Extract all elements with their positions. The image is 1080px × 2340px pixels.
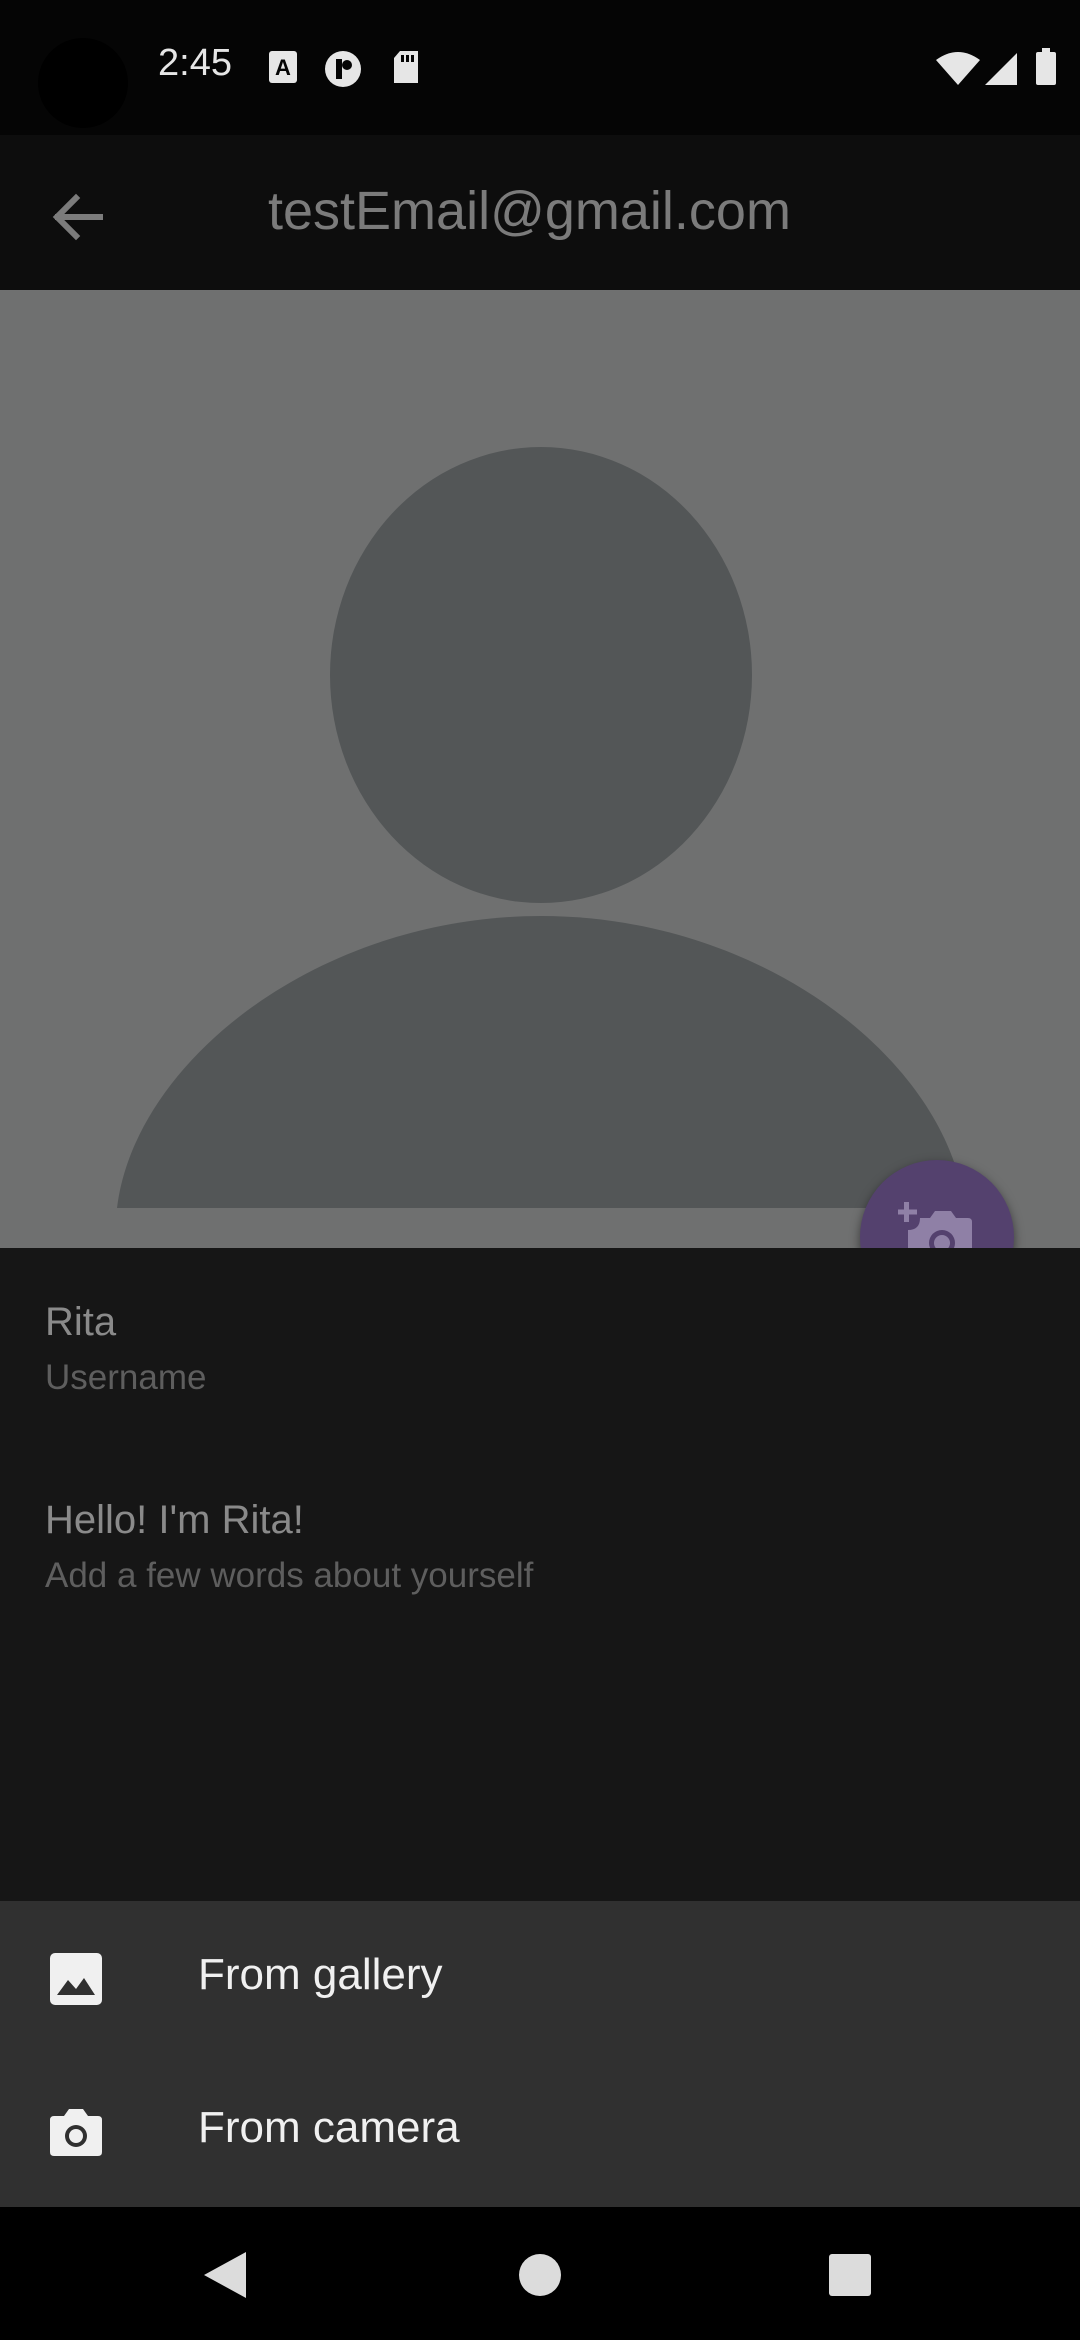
camera-cutout [38, 38, 128, 128]
nav-back-button[interactable] [190, 2240, 260, 2310]
from-camera-label: From camera [198, 2103, 460, 2152]
back-button[interactable] [40, 180, 114, 254]
sd-card-icon [392, 50, 420, 84]
nav-home-button[interactable] [505, 2240, 575, 2310]
signal-icon [984, 52, 1018, 86]
wifi-icon [935, 52, 981, 86]
bio-value[interactable]: Hello! I'm Rita! [45, 1500, 304, 1540]
a-notification-icon: A [268, 50, 298, 84]
svg-text:A: A [275, 55, 291, 80]
username-label: Username [45, 1358, 207, 1397]
status-time: 2:45 [158, 42, 232, 84]
from-gallery-option[interactable]: From gallery [0, 1901, 1080, 2054]
nav-recents-icon [829, 2254, 871, 2296]
nav-back-icon [204, 2252, 246, 2298]
from-gallery-label: From gallery [198, 1950, 443, 1999]
image-icon [50, 1953, 102, 2005]
nav-recents-button[interactable] [815, 2240, 885, 2310]
app-bar-title: testEmail@gmail.com [268, 181, 791, 241]
profile-photo[interactable] [0, 290, 1080, 1248]
nav-home-icon [519, 2254, 561, 2296]
f-notification-icon [324, 50, 362, 88]
from-camera-option[interactable]: From camera [0, 2054, 1080, 2207]
camera-icon [50, 2109, 102, 2156]
battery-icon [1035, 48, 1057, 86]
username-value[interactable]: Rita [45, 1302, 116, 1342]
person-placeholder-icon [117, 447, 965, 1208]
arrow-back-icon [52, 193, 103, 241]
bio-label: Add a few words about yourself [45, 1556, 534, 1595]
